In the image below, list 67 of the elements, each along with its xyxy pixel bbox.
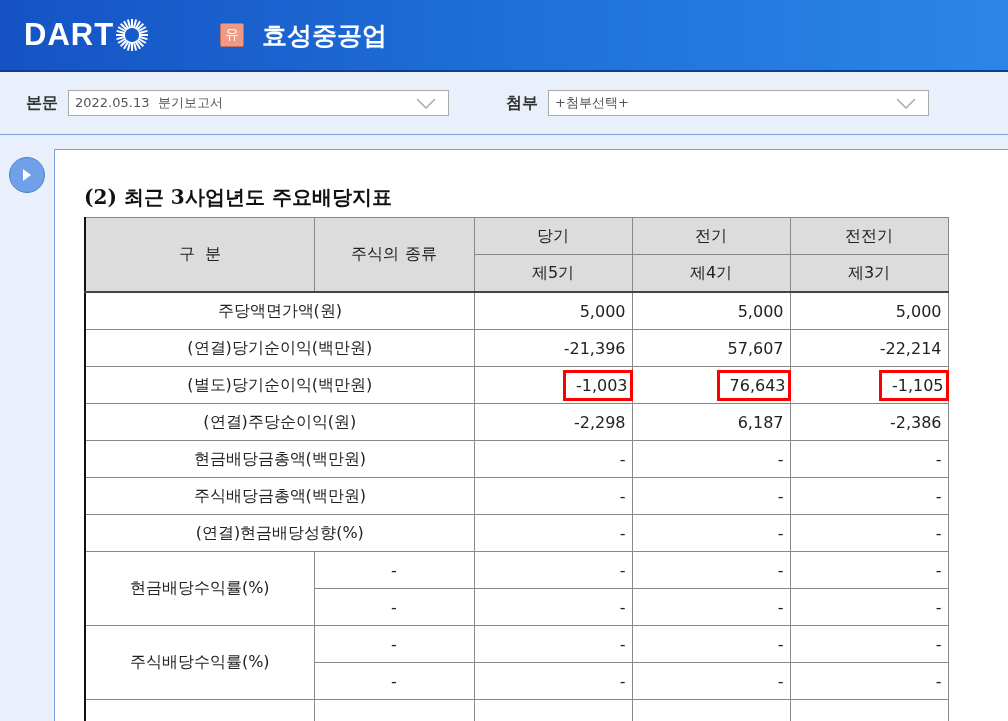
table-cell: 5,000: [632, 292, 790, 330]
column-header: 전기: [632, 217, 790, 255]
table-cell: -: [632, 477, 790, 515]
column-header: 제3기: [790, 254, 948, 292]
table-cell: -: [632, 551, 790, 589]
company-name: 효성중공업: [262, 19, 387, 52]
column-header: 당기: [474, 217, 632, 255]
chevron-icon: [416, 97, 436, 109]
column-header: 전전기: [790, 217, 948, 255]
table-cell: -2,298: [474, 403, 632, 441]
chevron-icon: [896, 97, 916, 109]
table-cell: -: [474, 514, 632, 552]
table-cell: -: [314, 625, 474, 663]
table-cell: -: [790, 588, 948, 626]
table-cell: -: [790, 440, 948, 478]
table-cell: -: [314, 588, 474, 626]
document-select[interactable]: +첨부선택+: [548, 90, 929, 116]
row-label: 주식배당금총액(백만원): [85, 477, 474, 515]
sunburst-icon: [115, 18, 150, 52]
table-cell: -: [474, 551, 632, 589]
table-cell: -: [474, 477, 632, 515]
section-title: (2) 최근 3사업년도 주요배당지표: [84, 184, 393, 211]
field-label: 첨부: [506, 92, 538, 114]
row-label: 주식배당수익률(%): [85, 625, 314, 700]
table-cell: -: [314, 662, 474, 700]
table-cell: -: [474, 440, 632, 478]
column-header: 구 분: [85, 217, 314, 292]
table-cell: -: [632, 625, 790, 663]
table-cell: -21,396: [474, 329, 632, 367]
table-cell: 5,000: [790, 292, 948, 330]
table-cell: -: [790, 551, 948, 589]
table-cell: -: [790, 514, 948, 552]
logo-text: DART: [24, 17, 115, 53]
column-header: 제5기: [474, 254, 632, 292]
table-cell: 6,187: [632, 403, 790, 441]
row-label: 주당액면가액(원): [85, 292, 474, 330]
table-cell: -: [790, 662, 948, 700]
play-icon: [23, 169, 31, 181]
listing-badge: 유: [220, 23, 244, 47]
document-select[interactable]: 2022.05.13 분기보고서: [68, 90, 449, 116]
row-label: (연결)현금배당성향(%): [85, 514, 474, 552]
expand-button[interactable]: [9, 157, 45, 193]
field-label: 본문: [26, 92, 58, 114]
table-cell: -: [632, 440, 790, 478]
highlighted-value: -1,003: [562, 369, 633, 401]
table-cell: -: [474, 662, 632, 700]
column-header: 제4기: [632, 254, 790, 292]
table-cell: -22,214: [790, 329, 948, 367]
table-cell: -: [632, 514, 790, 552]
table-cell: -: [632, 588, 790, 626]
table-cell: -: [474, 625, 632, 663]
table-cell: -: [314, 551, 474, 589]
row-label: (연결)주당순이익(원): [85, 403, 474, 441]
table-cell: -: [632, 662, 790, 700]
highlighted-value: -1,105: [878, 369, 949, 401]
row-label: (연결)당기순이익(백만원): [85, 329, 474, 367]
table-cell: -: [790, 477, 948, 515]
table-cell: -: [474, 588, 632, 626]
table-cell: -2,386: [790, 403, 948, 441]
table-cell: -: [790, 625, 948, 663]
row-label: (별도)당기순이익(백만원): [85, 366, 474, 404]
row-label: 현금배당수익률(%): [85, 551, 314, 626]
highlighted-value: 76,643: [716, 369, 791, 401]
row-label: 현금배당금총액(백만원): [85, 440, 474, 478]
table-cell: 57,607: [632, 329, 790, 367]
column-header: 주식의 종류: [314, 217, 474, 292]
table-cell: 5,000: [474, 292, 632, 330]
